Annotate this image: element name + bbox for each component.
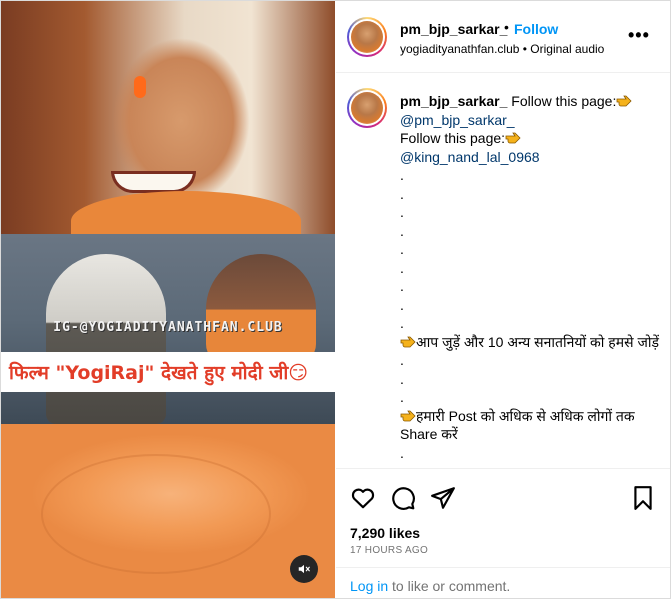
mention-2[interactable]: @king_nand_lal_0968 (400, 148, 662, 167)
caption-hindi-line-2: हमारी Post को अधिक से अधिक लोगों तक Shar… (400, 407, 635, 443)
person-right (206, 254, 316, 364)
caption-dot: . (400, 278, 404, 294)
caption-avatar[interactable] (347, 88, 387, 128)
header-username[interactable]: pm_bjp_sarkar_ (400, 21, 507, 37)
account-link[interactable]: yogiadityanathfan.club (400, 42, 519, 56)
caption-dot: . (400, 241, 404, 257)
comment-icon[interactable] (390, 485, 416, 511)
header-separator: • (504, 19, 509, 35)
avatar[interactable] (347, 17, 387, 57)
caption-follow-text-1: Follow this page: (511, 93, 617, 109)
smile (111, 171, 196, 193)
caption-follow-text-2: Follow this page: (400, 130, 506, 146)
caption-dot: . (400, 352, 404, 368)
caption-dot: . (400, 389, 404, 405)
caption-dot: . (400, 444, 404, 461)
caption-dot: . (400, 370, 404, 387)
audio-link[interactable]: Original audio (530, 42, 604, 56)
post-video[interactable]: IG-@YOGIADITYANATHFAN.CLUB फिल्म "YogiRa… (1, 1, 335, 598)
login-link[interactable]: Log in (350, 578, 388, 594)
tilak-mark (134, 76, 146, 98)
video-caption-text: फिल्म "YogiRaj" देखते हुए मोदी जी😏 (9, 362, 309, 384)
video-watermark: IG-@YOGIADITYANATHFAN.CLUB (53, 320, 283, 335)
caption-dot: . (400, 296, 404, 313)
caption-dot: . (400, 167, 404, 183)
action-bar (336, 468, 670, 524)
caption-dot: . (400, 222, 404, 239)
video-frame-scene: IG-@YOGIADITYANATHFAN.CLUB फिल्म "YogiRa… (1, 234, 335, 424)
login-prompt: Log in to like or comment. (336, 567, 670, 598)
bookmark-icon[interactable] (630, 485, 656, 511)
video-caption-bar: फिल्म "YogiRaj" देखते हुए मोदी जी😏 (1, 352, 335, 392)
subtitle-separator: • (519, 42, 531, 56)
login-prompt-text: to like or comment. (388, 578, 511, 594)
pointing-hand-icon (505, 132, 521, 144)
like-count[interactable]: 7,290 likes (350, 525, 420, 541)
caption-username[interactable]: pm_bjp_sarkar_ (400, 93, 507, 109)
post-header: pm_bjp_sarkar_ • Follow yogiadityanathfa… (336, 1, 670, 73)
post-timestamp: 17 HOURS AGO (350, 545, 429, 556)
fabric-fold (41, 454, 271, 574)
caption-dot: . (400, 204, 404, 220)
mute-button[interactable] (290, 555, 318, 583)
pointing-hand-icon (400, 410, 416, 421)
video-frame-closeup (1, 424, 335, 598)
header-subtitle: yogiadityanathfan.club • Original audio (400, 42, 604, 56)
caption-dot: . (400, 315, 404, 331)
caption-text: pm_bjp_sarkar_ Follow this page: @pm_bjp… (400, 92, 662, 462)
follow-button[interactable]: Follow (514, 21, 558, 37)
caption-hindi-line-1: आप जुड़ें और 10 अन्य सनातनियों को हमसे ज… (416, 333, 659, 350)
video-frame-portrait (1, 1, 335, 251)
more-options-icon[interactable]: ••• (628, 25, 650, 46)
pointing-hand-icon (616, 95, 632, 107)
speaker-muted-icon (298, 564, 310, 574)
post-side-panel: pm_bjp_sarkar_ • Follow yogiadityanathfa… (336, 1, 670, 598)
share-icon[interactable] (430, 485, 456, 511)
caption-dot: . (400, 259, 404, 276)
pointing-hand-icon (400, 336, 416, 347)
caption-dot: . (400, 185, 404, 202)
mention-1[interactable]: @pm_bjp_sarkar_ (400, 111, 662, 130)
heart-icon[interactable] (350, 485, 376, 511)
person-left (46, 254, 166, 424)
caption-area: pm_bjp_sarkar_ Follow this page: @pm_bjp… (336, 74, 670, 467)
